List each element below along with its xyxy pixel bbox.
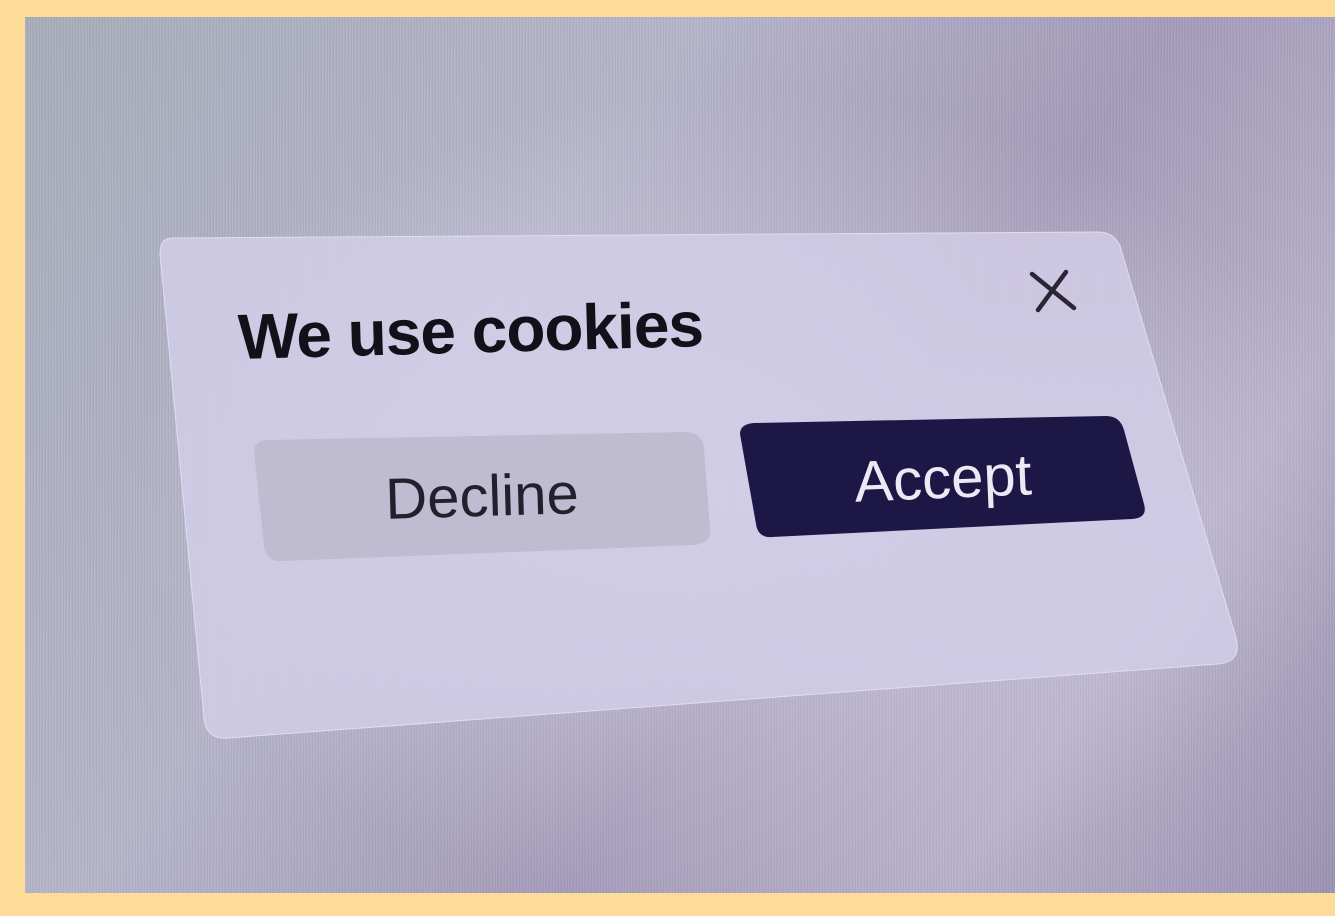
decline-button-label: Decline <box>384 460 580 532</box>
accept-button[interactable]: Accept <box>740 412 1147 545</box>
decline-button[interactable]: Decline <box>254 425 710 566</box>
close-button[interactable] <box>1022 268 1082 316</box>
accept-button-label: Accept <box>853 441 1033 515</box>
close-icon <box>1029 269 1077 313</box>
dialog-title: We use cookies <box>237 288 704 373</box>
